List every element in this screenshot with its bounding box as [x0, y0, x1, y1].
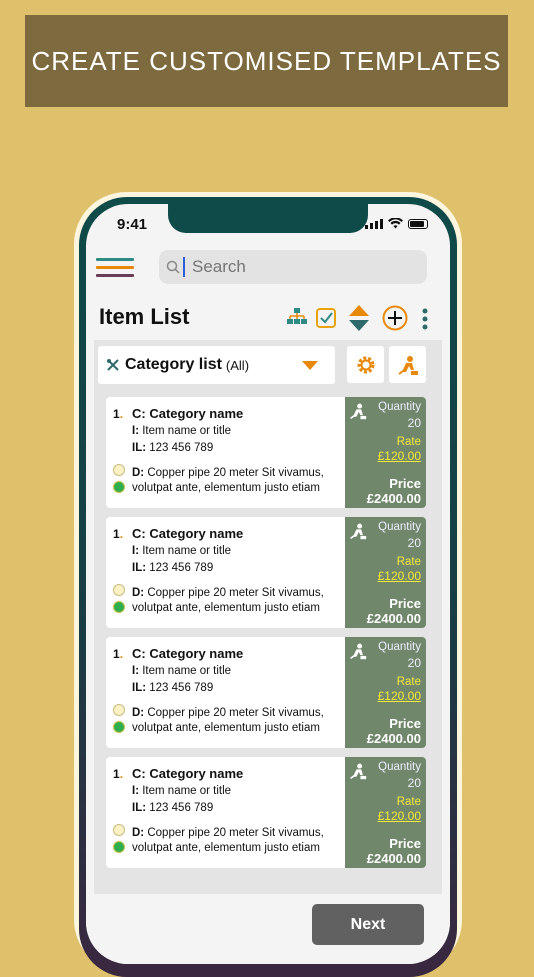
- quantity-value: 20: [407, 416, 421, 430]
- category-name: Category list: [125, 356, 222, 373]
- price-value: £2400.00: [366, 611, 421, 626]
- rate-value[interactable]: £120.00: [378, 449, 421, 463]
- quantity-label: Quantity: [378, 521, 421, 533]
- worker-icon: [350, 523, 367, 540]
- item-price-panel: Quantity 20 Rate £120.00 Price £2400.00: [345, 517, 426, 628]
- item-number: 1.: [113, 767, 124, 781]
- rate-label: Rate: [396, 796, 421, 808]
- wifi-icon: [388, 218, 403, 229]
- next-button[interactable]: Next: [312, 904, 424, 945]
- item-number: 1.: [113, 527, 124, 541]
- battery-icon: [408, 218, 428, 229]
- item-title: I: Item name or title: [132, 425, 232, 437]
- item-price-panel: Quantity 20 Rate £120.00 Price £2400.00: [345, 397, 426, 508]
- rate-label: Rate: [396, 556, 421, 568]
- item-description: D: Copper pipe 20 meter Sit vivamus, vol…: [132, 707, 324, 734]
- signal-icon: [365, 218, 383, 229]
- quantity-value: 20: [407, 656, 421, 670]
- worker-icon: [350, 403, 367, 420]
- status-dot-pending[interactable]: [113, 704, 125, 716]
- item-il: IL: 123 456 789: [132, 562, 214, 574]
- price-value: £2400.00: [366, 851, 421, 866]
- add-circle-icon[interactable]: [382, 305, 408, 331]
- item-il: IL: 123 456 789: [132, 682, 214, 694]
- worker-icon: [397, 355, 418, 375]
- search-input[interactable]: [190, 256, 414, 278]
- worker-icon: [350, 763, 367, 780]
- item-title: I: Item name or title: [132, 665, 232, 677]
- search-icon: [166, 260, 180, 274]
- item-price-panel: Quantity 20 Rate £120.00 Price £2400.00: [345, 637, 426, 748]
- page-title: Item List: [99, 304, 190, 329]
- status-time: 9:41: [117, 216, 148, 233]
- item-description: D: Copper pipe 20 meter Sit vivamus, vol…: [132, 587, 324, 614]
- item-price-panel: Quantity 20 Rate £120.00 Price £2400.00: [345, 757, 426, 868]
- item-number: 1.: [113, 407, 124, 421]
- price-label: Price: [389, 476, 421, 491]
- status-dot-active[interactable]: [113, 481, 125, 493]
- more-vertical-icon[interactable]: [422, 308, 428, 330]
- item-category: C: Category name: [132, 766, 244, 781]
- item-il: IL: 123 456 789: [132, 442, 214, 454]
- category-select[interactable]: Category list (All): [98, 346, 335, 384]
- tools-icon: [107, 359, 119, 371]
- item-title: I: Item name or title: [132, 545, 232, 557]
- item-description: D: Copper pipe 20 meter Sit vivamus, vol…: [132, 827, 324, 854]
- item-title: I: Item name or title: [132, 785, 232, 797]
- checkbox-icon[interactable]: [316, 308, 336, 328]
- price-label: Price: [389, 716, 421, 731]
- settings-button[interactable]: [347, 346, 384, 383]
- hamburger-menu-icon[interactable]: [96, 258, 134, 282]
- status-dot-active[interactable]: [113, 841, 125, 853]
- status-dot-active[interactable]: [113, 721, 125, 733]
- quantity-label: Quantity: [378, 401, 421, 413]
- worker-icon: [350, 643, 367, 660]
- price-label: Price: [389, 596, 421, 611]
- gear-icon: [357, 356, 374, 373]
- phone-screen: 9:41 Item List: [86, 204, 450, 964]
- category-filter: (All): [225, 357, 250, 373]
- phone-notch: [168, 204, 368, 233]
- search-bar[interactable]: [159, 250, 427, 284]
- rate-label: Rate: [396, 436, 421, 448]
- quantity-value: 20: [407, 536, 421, 550]
- sort-icon[interactable]: [348, 305, 370, 331]
- status-icons: [365, 218, 428, 229]
- rate-value[interactable]: £120.00: [378, 689, 421, 703]
- text-cursor: [183, 257, 185, 277]
- item-il: IL: 123 456 789: [132, 802, 214, 814]
- dropdown-arrow-icon: [302, 361, 318, 370]
- rate-value[interactable]: £120.00: [378, 569, 421, 583]
- quantity-label: Quantity: [378, 641, 421, 653]
- item-number: 1.: [113, 647, 124, 661]
- item-card[interactable]: 1. C: Category name I: Item name or titl…: [106, 637, 426, 748]
- item-category: C: Category name: [132, 526, 244, 541]
- item-card[interactable]: 1. C: Category name I: Item name or titl…: [106, 517, 426, 628]
- status-dot-active[interactable]: [113, 601, 125, 613]
- promo-banner: CREATE CUSTOMISED TEMPLATES: [25, 15, 508, 107]
- rate-value[interactable]: £120.00: [378, 809, 421, 823]
- workers-button[interactable]: [389, 346, 426, 383]
- quantity-label: Quantity: [378, 761, 421, 773]
- status-dot-pending[interactable]: [113, 584, 125, 596]
- item-card[interactable]: 1. C: Category name I: Item name or titl…: [106, 757, 426, 868]
- rate-label: Rate: [396, 676, 421, 688]
- item-card[interactable]: 1. C: Category name I: Item name or titl…: [106, 397, 426, 508]
- price-value: £2400.00: [366, 491, 421, 506]
- status-dot-pending[interactable]: [113, 824, 125, 836]
- status-dot-pending[interactable]: [113, 464, 125, 476]
- item-description: D: Copper pipe 20 meter Sit vivamus, vol…: [132, 467, 324, 494]
- item-category: C: Category name: [132, 646, 244, 661]
- price-value: £2400.00: [366, 731, 421, 746]
- price-label: Price: [389, 836, 421, 851]
- banner-text: CREATE CUSTOMISED TEMPLATES: [31, 45, 502, 76]
- quantity-value: 20: [407, 776, 421, 790]
- item-category: C: Category name: [132, 406, 244, 421]
- hierarchy-icon[interactable]: [287, 307, 307, 327]
